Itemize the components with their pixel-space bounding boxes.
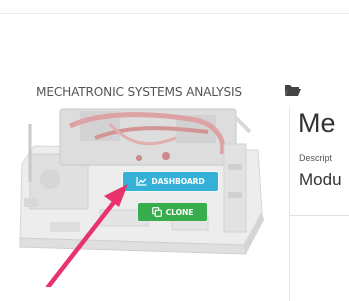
clone-button-label: CLONE bbox=[165, 207, 194, 217]
line-chart-icon bbox=[136, 177, 147, 186]
course-detail-panel: Me Descript Modu bbox=[289, 107, 349, 301]
course-title[interactable]: MECHATRONIC SYSTEMS ANALYSIS bbox=[36, 85, 242, 99]
course-card: MECHATRONIC SYSTEMS ANALYSIS Me Descript… bbox=[0, 14, 349, 301]
dashboard-button-label: DASHBOARD bbox=[151, 177, 205, 186]
panel-title: Me bbox=[298, 108, 336, 138]
panel-description: Descript bbox=[299, 153, 333, 163]
folder-open-icon[interactable] bbox=[284, 83, 302, 97]
panel-subtitle: Modu bbox=[299, 170, 342, 189]
dashboard-button[interactable]: DASHBOARD bbox=[123, 172, 218, 191]
panel-divider bbox=[290, 215, 349, 216]
clone-button[interactable]: CLONE bbox=[138, 203, 207, 221]
device-image bbox=[0, 14, 300, 287]
clone-icon bbox=[151, 207, 162, 217]
